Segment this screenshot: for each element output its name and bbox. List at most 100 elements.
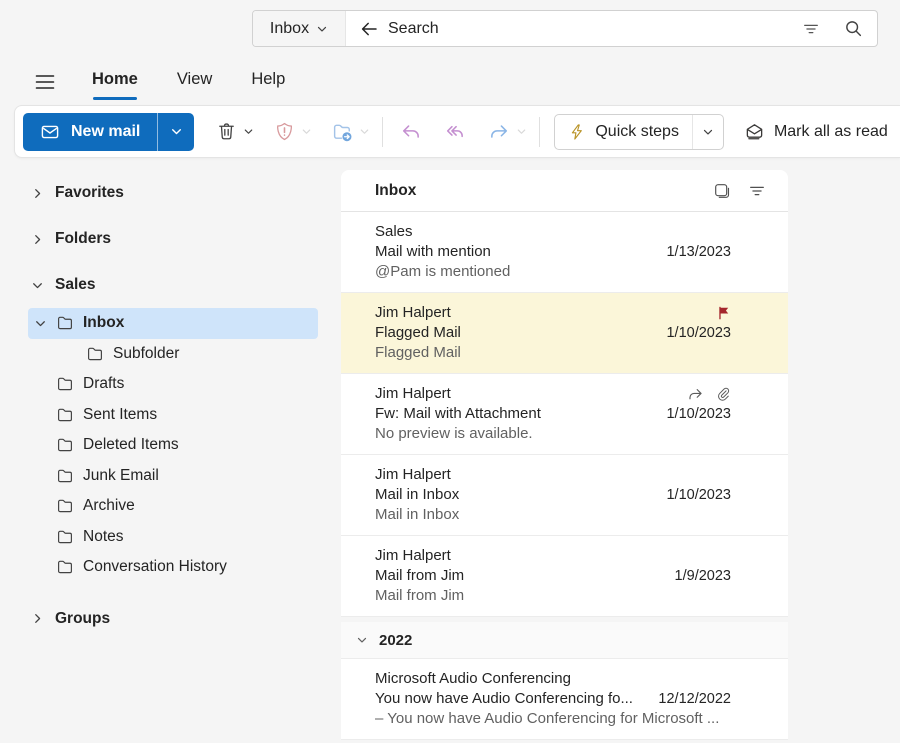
mail-date: 1/10/2023 xyxy=(666,325,731,341)
mail-list-item[interactable]: Jim Halpert Mail in Inbox 1/10/2023 Mail… xyxy=(341,455,788,536)
search-icon[interactable] xyxy=(844,19,863,38)
mail-group-2022: Microsoft Audio Conferencing You now hav… xyxy=(341,659,788,740)
delete-dropdown[interactable] xyxy=(243,126,254,137)
sidebar-item-drafts[interactable]: Drafts xyxy=(28,369,318,400)
forwarded-icon xyxy=(687,386,704,403)
chevron-down-icon xyxy=(316,23,328,35)
folder-label: Archive xyxy=(83,497,135,515)
mail-preview: – You now have Audio Conferencing for Mi… xyxy=(375,710,720,727)
mail-subject: Flagged Mail xyxy=(375,324,461,341)
mail-group-header-2022[interactable]: 2022 xyxy=(341,622,788,659)
mail-subject: Mail in Inbox xyxy=(375,486,460,503)
back-arrow-icon[interactable] xyxy=(359,19,379,39)
search-bar[interactable]: Inbox Search xyxy=(252,10,878,47)
search-scope-value: Inbox xyxy=(269,19,310,37)
quick-steps-primary[interactable]: Quick steps xyxy=(555,115,692,149)
folder-label: Junk Email xyxy=(83,466,159,484)
mail-preview: Mail from Jim xyxy=(375,587,465,604)
reply-all-icon[interactable] xyxy=(439,116,471,148)
mail-list-title: Inbox xyxy=(375,181,417,199)
mark-all-label: Mark all as read xyxy=(773,122,888,140)
select-all-icon[interactable] xyxy=(713,182,731,200)
attachment-icon xyxy=(715,386,731,402)
mail-preview: Mail in Inbox xyxy=(375,506,460,523)
mail-subject: Mail from Jim xyxy=(375,567,465,584)
new-mail-primary[interactable]: New mail xyxy=(23,113,157,151)
reply-icon[interactable] xyxy=(395,116,427,148)
sidebar-item-conversation-history[interactable]: Conversation History xyxy=(28,552,318,583)
forward-dropdown[interactable] xyxy=(516,126,527,137)
filter-icon[interactable] xyxy=(748,182,766,200)
mail-list-item[interactable]: Sales Mail with mention 1/13/2023 @Pam i… xyxy=(341,212,788,293)
mail-sender: Jim Halpert xyxy=(375,466,451,483)
sidebar-section-sales[interactable]: Sales xyxy=(0,262,341,308)
sidebar-section-favorites[interactable]: Favorites xyxy=(0,170,341,216)
folder-icon xyxy=(56,375,74,393)
move-to-folder-icon[interactable] xyxy=(326,116,358,148)
chevron-down-icon xyxy=(31,279,44,292)
folder-icon xyxy=(56,406,74,424)
mail-list-header: Inbox xyxy=(341,170,788,212)
mail-date: 1/13/2023 xyxy=(666,244,731,260)
quick-steps-label: Quick steps xyxy=(595,122,679,140)
mail-list-item[interactable]: Jim Halpert Flagged Mail 1/10/2023 Flagg… xyxy=(341,293,788,374)
report-shield-alert-icon[interactable] xyxy=(268,116,300,148)
search-scope-dropdown[interactable]: Inbox xyxy=(253,11,346,46)
move-dropdown[interactable] xyxy=(359,126,370,137)
mail-list-item[interactable]: Microsoft Audio Conferencing You now hav… xyxy=(341,659,788,740)
tab-view[interactable]: View xyxy=(177,70,212,95)
mail-list-item[interactable]: Jim Halpert Fw: Mail with Attachment 1/1… xyxy=(341,374,788,455)
mail-subject: You now have Audio Conferencing fo... xyxy=(375,690,633,707)
sidebar-item-inbox[interactable]: Inbox xyxy=(28,308,318,339)
search-input[interactable]: Search xyxy=(388,20,439,38)
sidebar-section-groups[interactable]: Groups xyxy=(0,596,341,642)
mail-preview: @Pam is mentioned xyxy=(375,263,511,280)
sidebar-item-deleted-items[interactable]: Deleted Items xyxy=(28,430,318,461)
folder-icon xyxy=(56,314,74,332)
new-mail-button[interactable]: New mail xyxy=(23,112,195,151)
sidebar-item-notes[interactable]: Notes xyxy=(28,522,318,553)
mail-date: 12/12/2022 xyxy=(658,691,731,707)
sidebar-item-subfolder[interactable]: Subfolder xyxy=(28,339,318,370)
tab-home[interactable]: Home xyxy=(92,70,138,100)
mail-sender: Microsoft Audio Conferencing xyxy=(375,670,571,687)
folder-icon xyxy=(56,558,74,576)
mail-row-icons xyxy=(655,303,788,323)
mail-row-icons xyxy=(655,465,788,485)
chevron-down-icon[interactable] xyxy=(34,317,48,330)
sidebar-item-sent-items[interactable]: Sent Items xyxy=(28,400,318,431)
folder-label: Inbox xyxy=(83,314,125,332)
mail-date: 1/10/2023 xyxy=(666,406,731,422)
sidebar-item-archive[interactable]: Archive xyxy=(28,491,318,522)
new-mail-label: New mail xyxy=(71,122,141,140)
folder-label: Sent Items xyxy=(83,405,158,423)
report-dropdown[interactable] xyxy=(301,126,312,137)
chevron-right-icon xyxy=(31,233,44,246)
toolbar: New mail Quick steps Mark all as read xyxy=(14,105,900,158)
folder-sidebar: Favorites Folders Sales Inbox Subfolder xyxy=(0,160,341,743)
folder-icon xyxy=(86,345,104,363)
flag-icon[interactable] xyxy=(717,306,731,320)
forward-icon[interactable] xyxy=(483,116,515,148)
toolbar-divider xyxy=(382,116,384,147)
mail-date: 1/9/2023 xyxy=(674,568,731,584)
folder-tree: Inbox Subfolder Drafts Sent Items Delete… xyxy=(0,308,341,583)
filter-icon[interactable] xyxy=(802,20,820,38)
delete-button[interactable] xyxy=(210,116,242,148)
mark-read-icon xyxy=(744,121,765,142)
folder-icon xyxy=(56,467,74,485)
hamburger-icon[interactable] xyxy=(30,69,60,95)
sidebar-section-folders[interactable]: Folders xyxy=(0,216,341,262)
mail-row-icons xyxy=(655,669,788,689)
new-mail-envelope-icon xyxy=(40,122,60,142)
sidebar-item-junk-email[interactable]: Junk Email xyxy=(28,461,318,492)
mail-preview: No preview is available. xyxy=(375,425,533,442)
mail-row-icons xyxy=(655,384,788,404)
mark-all-as-read-button[interactable]: Mark all as read xyxy=(744,121,888,142)
mail-list-item[interactable]: Jim Halpert Mail from Jim 1/9/2023 Mail … xyxy=(341,536,788,617)
new-mail-dropdown[interactable] xyxy=(158,113,194,151)
quick-steps-dropdown[interactable] xyxy=(691,114,723,149)
quick-steps-button[interactable]: Quick steps xyxy=(554,113,724,150)
tab-help[interactable]: Help xyxy=(251,70,285,95)
folder-icon xyxy=(56,497,74,515)
